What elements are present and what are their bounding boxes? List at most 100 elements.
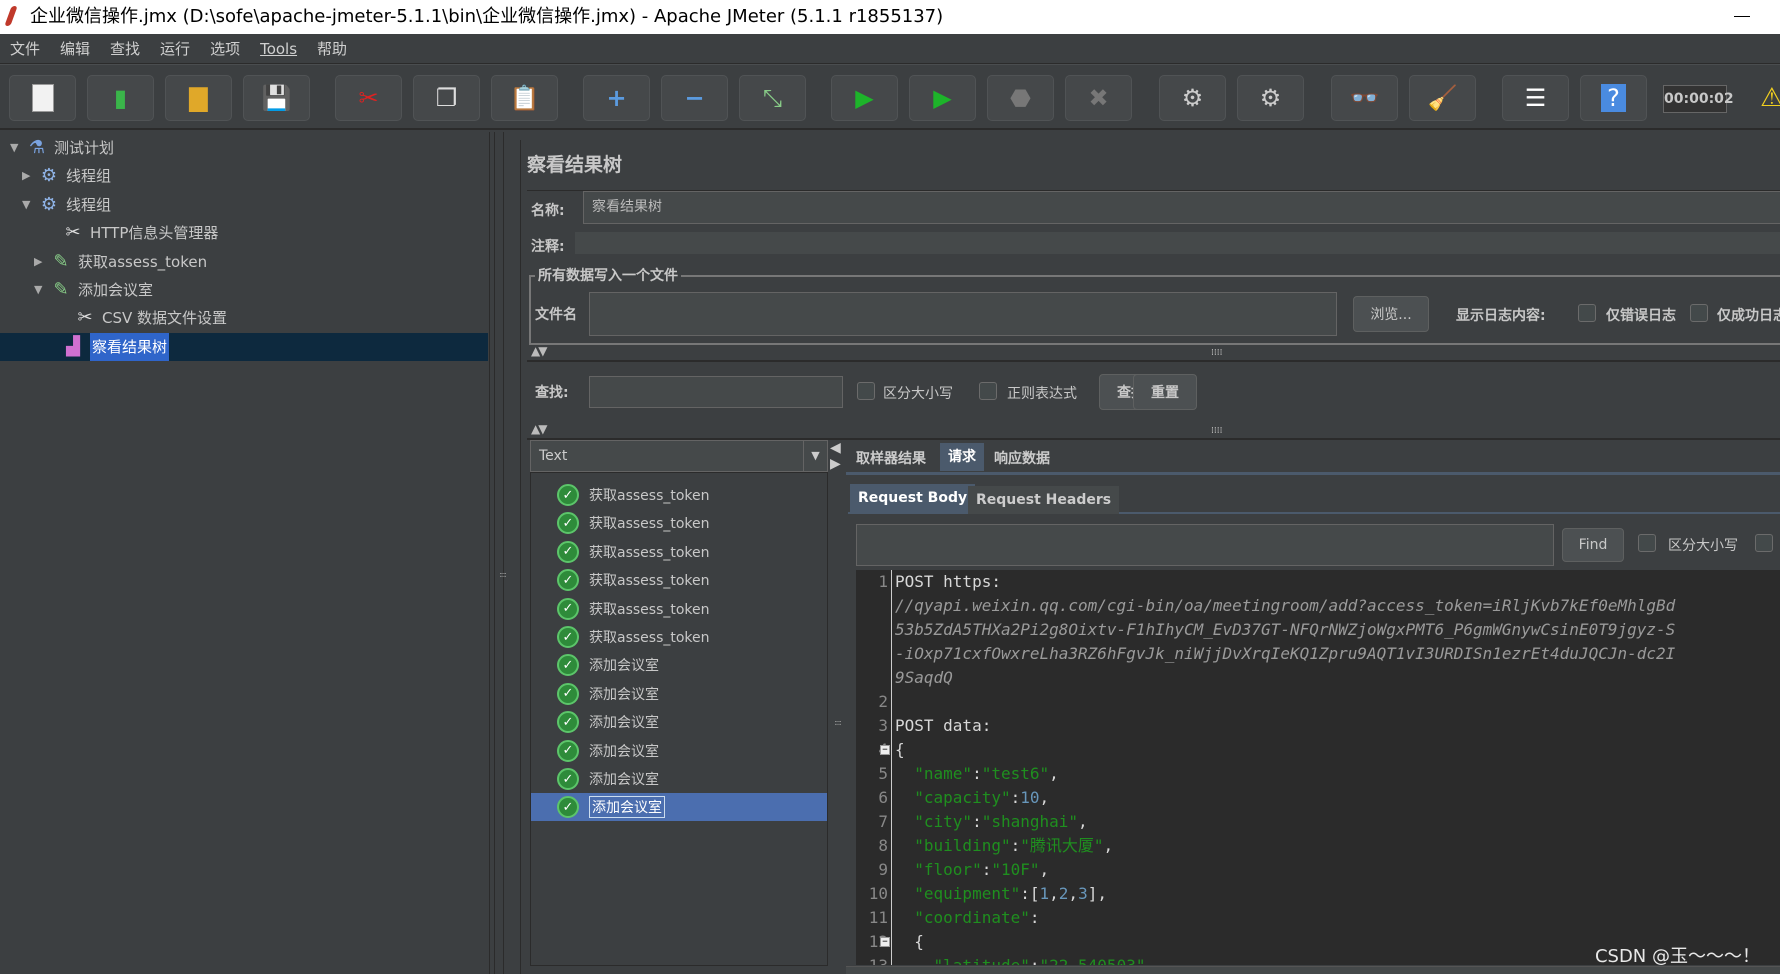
tab-request[interactable]: 请求 <box>940 443 984 471</box>
help-button[interactable]: ? <box>1580 75 1647 121</box>
tab-response-data[interactable]: 响应数据 <box>986 445 1058 473</box>
menu-file[interactable]: 文件 <box>10 34 40 63</box>
menu-help[interactable]: 帮助 <box>317 34 347 63</box>
browse-button[interactable]: 浏览... <box>1353 296 1429 332</box>
line-number: 7 <box>878 812 888 831</box>
result-item[interactable]: ✓ 添加会议室 <box>531 737 827 765</box>
tab-sampler-result[interactable]: 取样器结果 <box>848 445 934 473</box>
result-item[interactable]: ✓ 获取assess_token <box>531 509 827 537</box>
start-no-pause-button[interactable]: ▶ <box>909 75 976 121</box>
result-item[interactable]: ✓ 添加会议室 <box>531 680 827 708</box>
body-find-button[interactable]: Find <box>1562 528 1624 562</box>
chevron-down-icon[interactable]: ▼ <box>34 276 48 304</box>
regex-checkbox[interactable] <box>979 382 997 400</box>
chevron-right-icon[interactable]: ▶ <box>34 248 48 276</box>
search-button[interactable]: 👓 <box>1331 75 1398 121</box>
result-item[interactable]: ✓ 添加会议室 <box>531 793 827 822</box>
expand-collapse-arrows-icon[interactable]: ◀ ▶ <box>830 440 841 472</box>
result-item[interactable]: ✓ 添加会议室 <box>531 765 827 793</box>
collapse-arrows-icon[interactable]: ▲▼ <box>531 344 548 358</box>
shutdown-button[interactable]: ✖ <box>1065 75 1132 121</box>
results-splitter-grip-icon[interactable]: ⁞⁞ <box>832 720 842 726</box>
code-token: -iOxp71cxfOwxreLha3RZ6hFgvJk_niWjjDvXrqI… <box>895 644 1676 663</box>
pipette-icon: ✎ <box>53 279 69 300</box>
code-token: 53b5ZdA5THXa2Pi2g8Oixtv-F1hIhyCM_EvD37GT… <box>895 620 1676 639</box>
result-item-label: 添加会议室 <box>589 658 659 675</box>
menu-search[interactable]: 查找 <box>110 34 140 63</box>
start-button[interactable]: ▶ <box>831 75 898 121</box>
body-regex-checkbox[interactable] <box>1755 534 1773 552</box>
result-item[interactable]: ✓ 获取assess_token <box>531 481 827 509</box>
paste-button[interactable]: 📋 <box>491 75 558 121</box>
fold-toggle-icon[interactable]: − <box>880 745 890 755</box>
tab-request-body[interactable]: Request Body <box>850 484 976 512</box>
renderer-select[interactable]: Text ▼ <box>530 440 828 472</box>
result-item[interactable]: ✓ 获取assess_token <box>531 623 827 651</box>
menu-run[interactable]: 运行 <box>160 34 190 63</box>
save-button[interactable]: 💾 <box>243 75 310 121</box>
window-title: 企业微信操作.jmx (D:\sofe\apache-jmeter-5.1.1\… <box>30 6 944 27</box>
tree-item[interactable]: ✂ HTTP信息头管理器 <box>0 219 488 247</box>
tree-item-label: 测试计划 <box>54 139 115 157</box>
shutdown-icon: ✖ <box>1088 84 1109 112</box>
result-item[interactable]: ✓ 获取assess_token <box>531 538 827 566</box>
toggle-button[interactable]: ⤡ <box>739 75 806 121</box>
warning-icon[interactable]: ⚠ <box>1760 83 1780 113</box>
main-splitter[interactable]: ⁞⁞ <box>494 132 507 974</box>
name-input[interactable]: 察看结果树 <box>583 191 1780 224</box>
splitter-grip-icon[interactable]: ⁞⁞⁞⁞ <box>1211 348 1222 358</box>
chevron-down-icon[interactable]: ▼ <box>803 441 827 471</box>
templates-button[interactable]: ▮ <box>87 75 154 121</box>
expand-button[interactable]: + <box>583 75 650 121</box>
code-token: "latitude" <box>895 956 1030 965</box>
stop-button[interactable]: ⬣ <box>987 75 1054 121</box>
fold-toggle-icon[interactable]: − <box>880 937 890 947</box>
clear-all-button[interactable]: ⚙ <box>1237 75 1304 121</box>
code-line: "building":"腾讯大厦", <box>895 834 1113 858</box>
copy-button[interactable]: ❐ <box>413 75 480 121</box>
tree-item[interactable]: ▼ ⚙ 线程组 <box>0 191 488 219</box>
splitter-grip-icon-2[interactable]: ⁞⁞⁞⁞ <box>1211 426 1222 436</box>
tree-item-label: CSV 数据文件设置 <box>102 309 228 328</box>
reset-search-button[interactable]: 🧹 <box>1409 75 1476 121</box>
filename-label: 文件名 <box>535 307 577 323</box>
menu-options[interactable]: 选项 <box>210 34 240 63</box>
body-case-checkbox[interactable] <box>1638 534 1656 552</box>
collapse-arrows-icon-2[interactable]: ▲▼ <box>531 422 548 436</box>
request-body-editor[interactable]: 12345678910111213POST https://qyapi.weix… <box>856 570 1780 965</box>
tree-item[interactable]: ▶ ✎ 获取assess_token <box>0 248 488 276</box>
tree-item[interactable]: ▼ ⚗ 测试计划 <box>0 134 488 162</box>
tree-item[interactable]: ✂ CSV 数据文件设置 <box>0 304 488 332</box>
code-token: 10 <box>1020 788 1040 807</box>
cut-button[interactable]: ✂ <box>335 75 402 121</box>
minimize-button[interactable] <box>1734 16 1750 17</box>
clear-button[interactable]: ⚙ <box>1159 75 1226 121</box>
errors-only-checkbox[interactable] <box>1578 304 1596 322</box>
reset-button[interactable]: 重置 <box>1133 374 1197 410</box>
new-button[interactable] <box>9 75 76 121</box>
result-item[interactable]: ✓ 添加会议室 <box>531 651 827 679</box>
success-only-checkbox[interactable] <box>1690 304 1708 322</box>
tree-item[interactable]: ▶ ⚙ 线程组 <box>0 162 488 190</box>
tree-item[interactable]: ▟ 察看结果树 <box>0 332 488 361</box>
tree-item-label: 获取assess_token <box>78 252 208 271</box>
menu-edit[interactable]: 编辑 <box>60 34 90 63</box>
search-input[interactable] <box>589 376 843 408</box>
filename-input-box[interactable] <box>589 292 1337 336</box>
open-button[interactable]: ▇ <box>165 75 232 121</box>
case-sensitive-checkbox[interactable] <box>857 382 875 400</box>
comment-input[interactable] <box>575 232 1780 254</box>
result-item[interactable]: ✓ 获取assess_token <box>531 566 827 594</box>
chevron-down-icon[interactable]: ▼ <box>10 134 24 162</box>
menu-tools[interactable]: Tools <box>260 34 297 63</box>
errors-only-label: 仅错误日志 <box>1606 308 1676 324</box>
tree-item[interactable]: ▼ ✎ 添加会议室 <box>0 276 488 304</box>
chevron-right-icon[interactable]: ▶ <box>22 162 36 190</box>
result-item[interactable]: ✓ 添加会议室 <box>531 708 827 736</box>
collapse-button[interactable]: − <box>661 75 728 121</box>
body-find-input[interactable] <box>856 524 1554 566</box>
result-item[interactable]: ✓ 获取assess_token <box>531 595 827 623</box>
tab-request-headers[interactable]: Request Headers <box>968 486 1120 514</box>
function-helper-button[interactable]: ☰ <box>1502 75 1569 121</box>
chevron-down-icon[interactable]: ▼ <box>22 191 36 219</box>
